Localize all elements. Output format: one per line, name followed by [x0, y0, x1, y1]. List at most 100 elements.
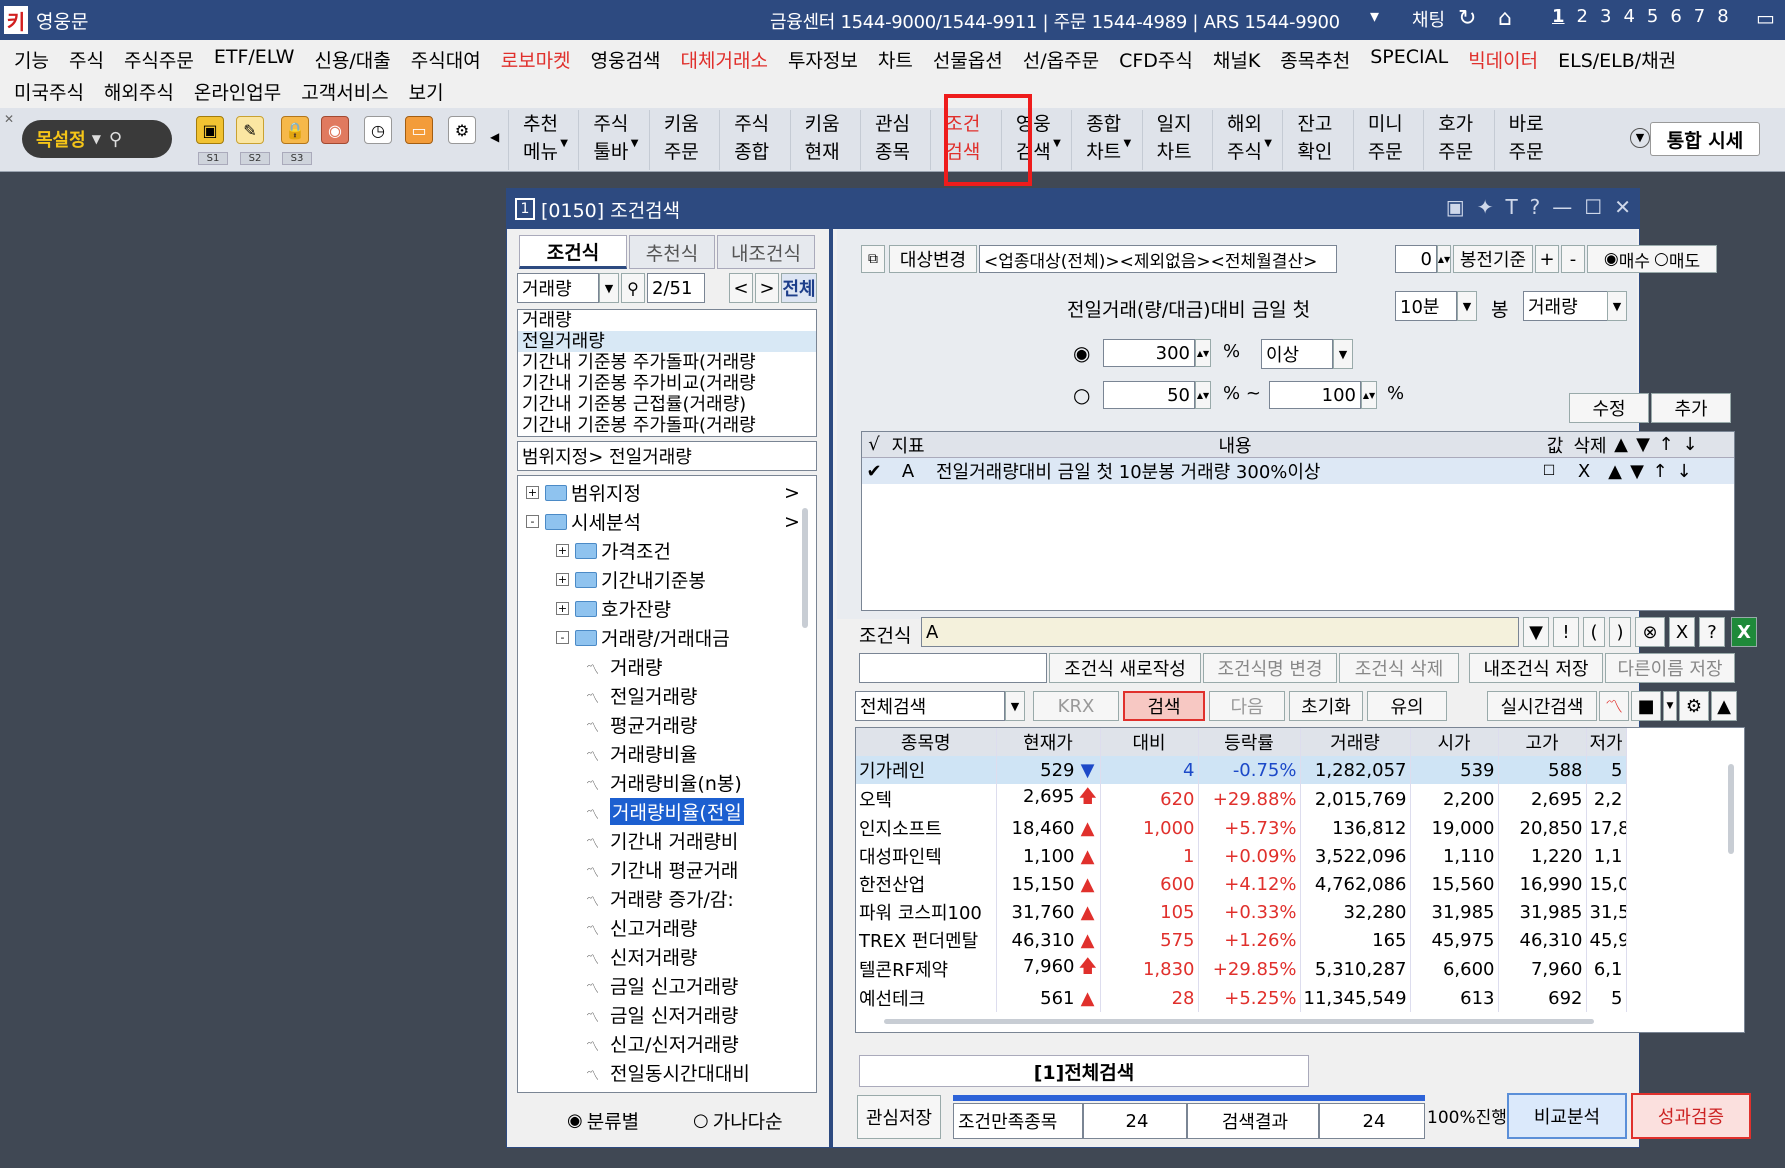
stop-icon[interactable]: ■ — [1631, 691, 1661, 721]
result-tab[interactable]: [1]전체검색 — [859, 1055, 1309, 1087]
tree-node[interactable]: 〽 금일 신고거래량 — [518, 971, 738, 1000]
menu-item[interactable]: 채널K — [1213, 46, 1260, 73]
tree-node[interactable]: + 호가잔량 — [518, 594, 671, 623]
screen-number-7[interactable]: 7 — [1694, 6, 1705, 27]
search-button[interactable]: 검색 — [1123, 691, 1205, 721]
chevron-down-icon[interactable]: ▼ — [1457, 291, 1477, 321]
toolbar-item[interactable]: 호가 주문 — [1423, 110, 1487, 170]
monitor-icon[interactable]: ▭ — [1756, 6, 1775, 30]
menu-item[interactable]: 로보마켓 — [501, 46, 571, 73]
screen-number-1[interactable]: 1 — [1552, 6, 1565, 27]
next-icon[interactable]: > — [755, 273, 779, 303]
tree-node[interactable]: 〽 기간내 거래량비 — [518, 826, 738, 855]
s1-label[interactable]: S1 — [198, 152, 228, 165]
period-select[interactable]: 10분 — [1395, 291, 1457, 321]
results-vscrollbar[interactable] — [1728, 764, 1734, 854]
menu-item[interactable]: 온라인업무 — [194, 78, 281, 105]
show-all-button[interactable]: 전체 — [781, 273, 817, 303]
delete-icon[interactable]: X — [1564, 461, 1604, 482]
screen-number-tabs[interactable]: 12345678 — [1546, 6, 1735, 27]
target-icon[interactable]: ⧉ — [861, 245, 885, 273]
krx-button[interactable]: KRX — [1033, 691, 1119, 721]
column-header[interactable]: 고가 — [1498, 728, 1587, 756]
tab-my-condition[interactable]: 내조건식 — [717, 235, 815, 269]
menu-item[interactable]: CFD주식 — [1119, 46, 1193, 73]
indicator-search-input[interactable]: 거래량 — [517, 273, 599, 303]
chart-icon[interactable]: 〽 — [1599, 691, 1629, 721]
formula-op-button[interactable]: ⊗ — [1635, 617, 1665, 647]
panel-divider[interactable] — [829, 229, 833, 1147]
s2-label[interactable]: S2 — [240, 152, 270, 165]
minus-button[interactable]: - — [1561, 245, 1585, 273]
maximize-icon[interactable]: ☐ — [1584, 195, 1602, 219]
radio-empty-icon[interactable]: ○ — [1073, 383, 1090, 407]
excel-icon[interactable]: X — [1731, 617, 1757, 647]
toolbar-item[interactable]: 키움 현재 — [789, 110, 854, 170]
expand-icon[interactable]: + — [526, 486, 539, 499]
column-header[interactable]: 시가 — [1410, 728, 1499, 756]
tree-node[interactable]: + 기간내기준봉 — [518, 565, 706, 594]
toolbar-item[interactable]: 관심 종목 — [860, 110, 924, 170]
hotline-dropdown-icon[interactable]: ▾ — [1370, 6, 1379, 27]
save-as-button[interactable]: 다른이름 저장 — [1605, 653, 1735, 683]
expand-icon[interactable]: + — [556, 544, 569, 557]
menu-item[interactable]: ELS/ELB/채권 — [1558, 46, 1676, 73]
toolbar-item[interactable]: 추천 메뉴 ▼ — [508, 110, 572, 170]
expand-icon[interactable]: + — [556, 602, 569, 615]
table-row[interactable]: 기가레인 529 ▼ 4 -0.75% 1,282,057 539 588 5 — [856, 756, 1627, 784]
tree-node[interactable]: 〽 신고거래량 — [518, 913, 697, 942]
move-down-icon[interactable]: ▼ — [1626, 461, 1648, 482]
screen-number-2[interactable]: 2 — [1577, 6, 1588, 27]
clock-icon[interactable]: ◷ — [364, 116, 392, 144]
performance-verify-button[interactable]: 성과검증 — [1631, 1093, 1751, 1139]
help-icon[interactable]: ? — [1530, 195, 1541, 219]
column-header[interactable]: 현재가 — [996, 728, 1101, 756]
toolbar-item[interactable]: 바로 주문 — [1493, 110, 1558, 170]
column-header[interactable]: 종목명 — [856, 728, 997, 756]
formula-op-button[interactable]: ▼ — [1523, 617, 1549, 647]
value-input-2[interactable]: 50 — [1103, 381, 1195, 409]
tree-node[interactable]: 〽 거래량비율(전일 — [518, 797, 744, 826]
table-row[interactable]: 파워 코스피100 31,760 ▲ 105 +0.33% 32,280 31,985 31,… — [856, 898, 1627, 926]
font-icon[interactable]: T — [1505, 195, 1517, 219]
close-icon[interactable]: ✕ — [1614, 195, 1631, 219]
menu-item[interactable]: 해외주식 — [104, 78, 174, 105]
integrated-dropdown-icon[interactable]: ▼ — [1630, 128, 1650, 148]
table-row[interactable]: 한전산업 15,150 ▲ 600 +4.12% 4,762,086 15,560 16,99… — [856, 870, 1627, 898]
realtime-search-button[interactable]: 실시간검색 — [1487, 691, 1597, 721]
bong-basis-label[interactable]: 봉전기준 — [1453, 245, 1533, 273]
move-top-icon[interactable]: ↑ — [1648, 461, 1672, 482]
chevron-down-icon[interactable]: ▼ — [1663, 691, 1677, 721]
menu-item[interactable]: 기능 — [14, 46, 49, 73]
chat-link[interactable]: 채팅 — [1412, 6, 1445, 32]
tree-node[interactable]: 〽 전일거래량 — [518, 681, 697, 710]
menu-item[interactable]: 미국주식 — [14, 78, 84, 105]
value-input-3[interactable]: 100 — [1269, 381, 1361, 409]
save-icon[interactable]: ▣ — [196, 116, 224, 144]
s3-label[interactable]: S3 — [282, 152, 312, 165]
formula-op-button[interactable]: ) — [1609, 617, 1631, 647]
column-header[interactable]: 거래량 — [1300, 728, 1411, 756]
tree-node[interactable]: + 범위지정 > — [518, 478, 800, 507]
tree-node[interactable]: 〽 거래량 증가/감: — [518, 884, 734, 913]
tab-recommend[interactable]: 추천식 — [629, 235, 715, 269]
menu-item[interactable]: 신용/대출 — [314, 46, 390, 73]
spin-icon[interactable]: ▲▼ — [1437, 245, 1451, 273]
formula-op-button[interactable]: X — [1669, 617, 1695, 647]
move-up-icon[interactable]: ▲ — [1604, 461, 1626, 482]
expand-icon[interactable]: + — [556, 573, 569, 586]
sort-alphabetical-radio[interactable]: ○ 가나다순 — [693, 1107, 783, 1134]
menu-item[interactable]: 선/옵주문 — [1023, 46, 1099, 73]
list-item[interactable]: 거래량 — [518, 310, 816, 331]
collapse-up-icon[interactable]: ▲ — [1711, 691, 1737, 721]
layout-icon[interactable]: ▣ — [1446, 195, 1465, 219]
refresh-icon[interactable]: ↻ — [1458, 6, 1476, 31]
menu-item[interactable]: 투자정보 — [788, 46, 858, 73]
menu-item[interactable]: 고객서비스 — [301, 78, 388, 105]
screen-number-6[interactable]: 6 — [1670, 6, 1681, 27]
formula-op-button[interactable]: ( — [1583, 617, 1605, 647]
reset-button[interactable]: 초기화 — [1289, 691, 1363, 721]
move-bottom-icon[interactable]: ↓ — [1672, 461, 1696, 482]
table-row[interactable]: 인지소프트 18,460 ▲ 1,000 +5.73% 136,812 19,000 20,8… — [856, 814, 1627, 842]
tree-node[interactable]: 〽 금일 신저거래량 — [518, 1000, 738, 1029]
